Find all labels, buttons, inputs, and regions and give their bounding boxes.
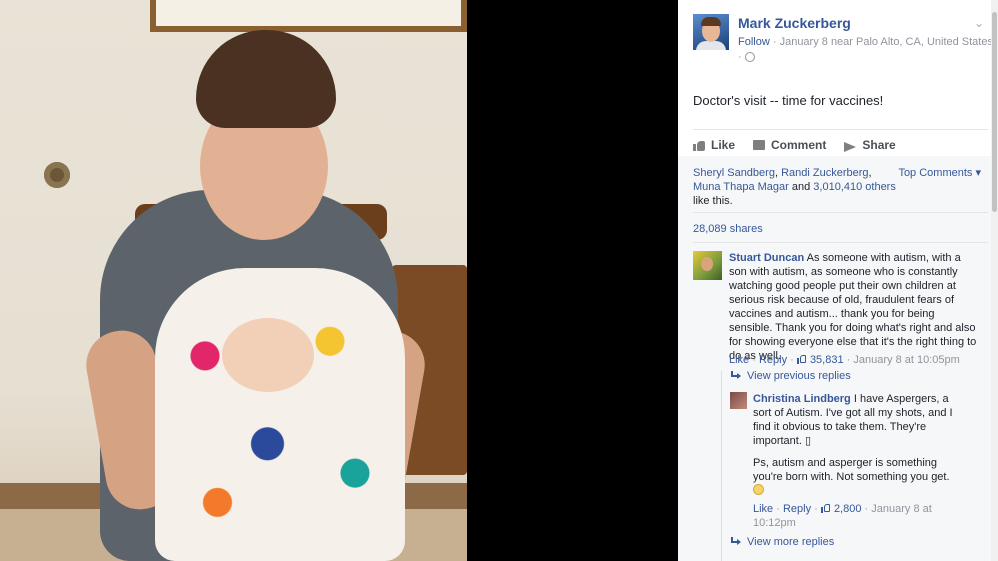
like-icon	[693, 140, 705, 151]
post-meta: Follow · January 8 near Palo Alto, CA, U…	[738, 36, 993, 63]
view-previous-replies-link[interactable]: View previous replies	[731, 370, 851, 382]
comment-reply-link[interactable]: Reply	[759, 354, 787, 366]
comment-icon	[753, 140, 766, 150]
comment-like-link[interactable]: Like	[729, 354, 749, 366]
comment-body: Stuart Duncan As someone with autism, wi…	[729, 251, 979, 363]
comment-sort-dropdown[interactable]: Top Comments ▾	[898, 166, 981, 179]
others-link[interactable]: 3,010,410 others	[813, 181, 896, 193]
thumbs-up-icon	[796, 354, 807, 364]
commenter-avatar[interactable]	[693, 251, 722, 280]
comment-button[interactable]: Comment	[753, 136, 826, 154]
chevron-down-icon[interactable]: ⌄	[974, 16, 984, 30]
replier-avatar[interactable]	[730, 392, 747, 409]
comment-text: As someone with autism, with a son with …	[729, 252, 977, 362]
reply-body-continued: Ps, autism and asperger is something you…	[753, 456, 958, 498]
thumbs-up-icon	[820, 503, 831, 513]
wall-frame	[150, 0, 467, 32]
comment-meta: Like · Reply · 35,831 · January 8 at 10:…	[729, 354, 960, 366]
scrollbar-thumb[interactable]	[992, 12, 997, 212]
panel-scrollbar[interactable]	[991, 0, 998, 561]
comment-like-count[interactable]: 35,831	[810, 354, 844, 366]
globe-icon[interactable]	[744, 52, 755, 63]
post-header: Mark Zuckerberg ⌄ Follow · January 8 nea…	[693, 14, 993, 64]
reply-like-count[interactable]: 2,800	[834, 503, 862, 515]
liker-link[interactable]: Muna Thapa Magar	[693, 181, 789, 193]
divider	[693, 129, 988, 130]
author-name[interactable]: Mark Zuckerberg	[738, 15, 851, 31]
liker-link[interactable]: Sheryl Sandberg	[693, 167, 775, 179]
reply-text: Ps, autism and asperger is something you…	[753, 457, 950, 483]
divider	[693, 212, 988, 213]
post-side-panel: Mark Zuckerberg ⌄ Follow · January 8 nea…	[678, 0, 998, 561]
man-hair	[196, 30, 336, 128]
post-text: Doctor's visit -- time for vaccines!	[693, 93, 884, 108]
comment-time[interactable]: January 8 at 10:05pm	[853, 354, 959, 366]
reply-arrow-icon	[731, 371, 741, 379]
reply-body: Christina Lindberg I have Aspergers, a s…	[753, 392, 958, 448]
post-actions: Like Comment Share	[693, 136, 896, 154]
baby-face	[222, 318, 314, 392]
like-button[interactable]: Like	[693, 136, 735, 154]
post-photo[interactable]	[0, 0, 467, 561]
share-button[interactable]: Share	[844, 136, 896, 154]
reply-reply-link[interactable]: Reply	[783, 503, 811, 515]
post-date-location[interactable]: January 8 near Palo Alto, CA, United Sta…	[780, 36, 993, 48]
reply-arrow-icon	[731, 537, 741, 545]
replier-name[interactable]: Christina Lindberg	[753, 393, 851, 405]
shares-count[interactable]: 28,089 shares	[693, 223, 763, 235]
reply-meta: Like · Reply · 2,800 · January 8 at 10:1…	[753, 503, 932, 529]
share-icon	[844, 140, 857, 152]
reply-like-link[interactable]: Like	[753, 503, 773, 515]
commenter-name[interactable]: Stuart Duncan	[729, 252, 804, 264]
baby-snowsuit	[155, 268, 405, 561]
liker-link[interactable]: Randi Zuckerberg	[781, 167, 868, 179]
author-avatar[interactable]	[693, 14, 729, 50]
smile-emoji-icon	[753, 484, 764, 495]
reply-thread-line	[721, 371, 722, 561]
view-more-replies-link[interactable]: View more replies	[731, 536, 834, 548]
wall-knob	[44, 162, 70, 188]
divider	[693, 242, 988, 243]
feedback-section: Sheryl Sandberg, Randi Zuckerberg, Muna …	[678, 156, 991, 561]
follow-link[interactable]: Follow	[738, 36, 770, 48]
likers-summary: Sheryl Sandberg, Randi Zuckerberg, Muna …	[693, 167, 896, 207]
